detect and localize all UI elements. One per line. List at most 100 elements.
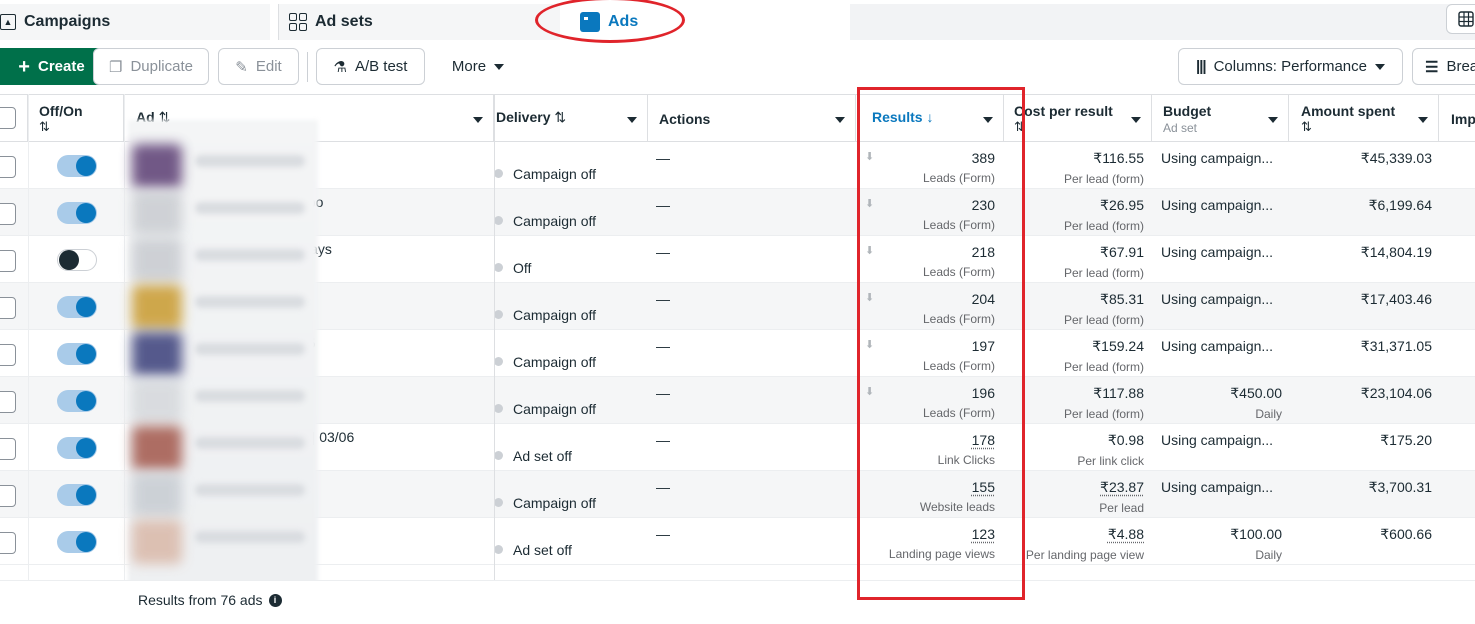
results-column-annotation-box [857, 87, 1025, 600]
header-offon-label: Off/On [39, 103, 83, 119]
spent-value: ₹45,339.03 [1360, 150, 1432, 166]
status-dot-icon [494, 404, 503, 413]
more-label: More [451, 58, 487, 75]
delivery-status: Ad set off [513, 447, 572, 464]
delivery-status: Ad set off [513, 541, 572, 558]
table-icon [1458, 11, 1474, 27]
cpr-value: ₹117.88 [1093, 385, 1144, 401]
results-summary: Results from 76 ads i [138, 592, 282, 608]
ad-toggle[interactable] [57, 249, 97, 271]
cpr-value: ₹67.91 [1100, 244, 1144, 260]
info-icon[interactable]: i [268, 593, 282, 607]
ad-toggle[interactable] [57, 531, 97, 553]
more-button[interactable]: More [434, 48, 522, 85]
sort-icon: ⇅ [554, 109, 567, 125]
caret-down-icon[interactable] [1418, 117, 1428, 123]
ad-thumbnail [132, 191, 182, 235]
row-checkbox[interactable] [0, 344, 16, 366]
delivery-status: Campaign off [513, 353, 597, 370]
blurred-ad-name [195, 249, 305, 261]
cpr-type: Per lead (form) [1063, 313, 1144, 327]
cpr-type: Per link click [1077, 454, 1144, 468]
cpr-type: Per lead [1099, 501, 1144, 515]
column-divider [28, 94, 29, 580]
row-checkbox[interactable] [0, 250, 16, 272]
delivery-status: Campaign off [513, 306, 597, 323]
cpr-value: ₹4.88 [1107, 526, 1144, 542]
table-view-button[interactable] [1446, 4, 1475, 34]
tab-campaigns-label: Campaigns [24, 13, 111, 30]
row-checkbox[interactable] [0, 532, 16, 554]
caret-down-icon[interactable] [835, 117, 845, 123]
header-delivery-label: Delivery [496, 109, 551, 125]
budget-value: Using campaign... [1161, 197, 1274, 213]
amount-spent-cell: ₹600.66 [1290, 526, 1432, 573]
ad-toggle[interactable] [57, 390, 97, 412]
edit-button[interactable]: ✎ Edit [218, 48, 299, 85]
grid-icon [289, 13, 307, 31]
partial-row [0, 570, 1475, 580]
breakdown-dropdown[interactable]: ☰ Brea [1412, 48, 1475, 85]
budget-period: Daily [1255, 548, 1282, 562]
ad-thumbnail [132, 332, 182, 376]
header-actions[interactable]: Actions [648, 95, 856, 142]
toolbar: + Create ❐ Duplicate ✎ Edit ⚗ A/B test M… [0, 48, 1475, 86]
caret-down-icon[interactable] [627, 117, 637, 123]
status-dot-icon [494, 310, 503, 319]
header-amount-spent[interactable]: Amount spent ⇅ [1289, 95, 1439, 142]
blurred-ad-name [195, 155, 305, 167]
budget-cell[interactable]: ₹100.00 Daily [1161, 526, 1282, 573]
budget-value: Using campaign... [1161, 291, 1274, 307]
cpr-type: Per lead (form) [1063, 266, 1144, 280]
select-all-checkbox[interactable] [0, 107, 16, 129]
header-cost-per-result[interactable]: Cost per result ⇅ [1004, 95, 1152, 142]
delivery-status: Campaign off [513, 494, 597, 511]
spent-value: ₹6,199.64 [1368, 197, 1432, 213]
header-actions-label: Actions [659, 111, 711, 127]
budget-value: Using campaign... [1161, 150, 1274, 166]
column-divider [124, 94, 125, 580]
cpr-type: Per lead (form) [1063, 407, 1144, 421]
header-budget[interactable]: Budget Ad set [1152, 95, 1289, 142]
ad-toggle[interactable] [57, 484, 97, 506]
row-checkbox[interactable] [0, 391, 16, 413]
cost-per-result-cell[interactable]: ₹4.88 Per landing page view [1005, 526, 1144, 573]
actions-cell: — [656, 526, 670, 542]
tab-campaigns[interactable]: ▲ Campaigns [0, 4, 270, 40]
cpr-value: ₹116.55 [1093, 150, 1144, 166]
ad-toggle[interactable] [57, 343, 97, 365]
row-checkbox[interactable] [0, 156, 16, 178]
header-impressions[interactable]: Imp [1439, 95, 1475, 142]
ad-toggle[interactable] [57, 202, 97, 224]
toggle-knob [76, 485, 96, 505]
status-dot-icon [494, 169, 503, 178]
toggle-knob [76, 391, 96, 411]
ad-toggle[interactable] [57, 296, 97, 318]
caret-down-icon [494, 63, 505, 70]
caret-down-icon [1375, 63, 1385, 70]
blurred-ad-name [195, 390, 305, 402]
row-checkbox[interactable] [0, 485, 16, 507]
row-checkbox[interactable] [0, 203, 16, 225]
header-offon[interactable]: Off/On ⇅ [28, 95, 124, 142]
flag-icon: ▲ [0, 14, 16, 30]
toggle-knob [76, 297, 96, 317]
tab-adsets[interactable]: Ad sets [278, 4, 560, 40]
caret-down-icon[interactable] [1268, 117, 1278, 123]
budget-value: Using campaign... [1161, 479, 1274, 495]
caret-down-icon[interactable] [473, 117, 483, 123]
pencil-icon: ✎ [235, 58, 248, 76]
caret-down-icon[interactable] [1131, 117, 1141, 123]
blurred-ad-name [195, 484, 305, 496]
row-checkbox[interactable] [0, 438, 16, 460]
row-checkbox[interactable] [0, 297, 16, 319]
header-delivery[interactable]: Delivery ⇅ [494, 95, 648, 142]
cpr-value: ₹0.98 [1107, 432, 1144, 448]
columns-dropdown[interactable]: ||| Columns: Performance [1178, 48, 1403, 85]
status-dot-icon [494, 451, 503, 460]
ab-test-button[interactable]: ⚗ A/B test [316, 48, 425, 85]
duplicate-button[interactable]: ❐ Duplicate [93, 48, 209, 85]
ad-toggle[interactable] [57, 437, 97, 459]
ad-toggle[interactable] [57, 155, 97, 177]
ad-thumbnail [132, 473, 182, 517]
